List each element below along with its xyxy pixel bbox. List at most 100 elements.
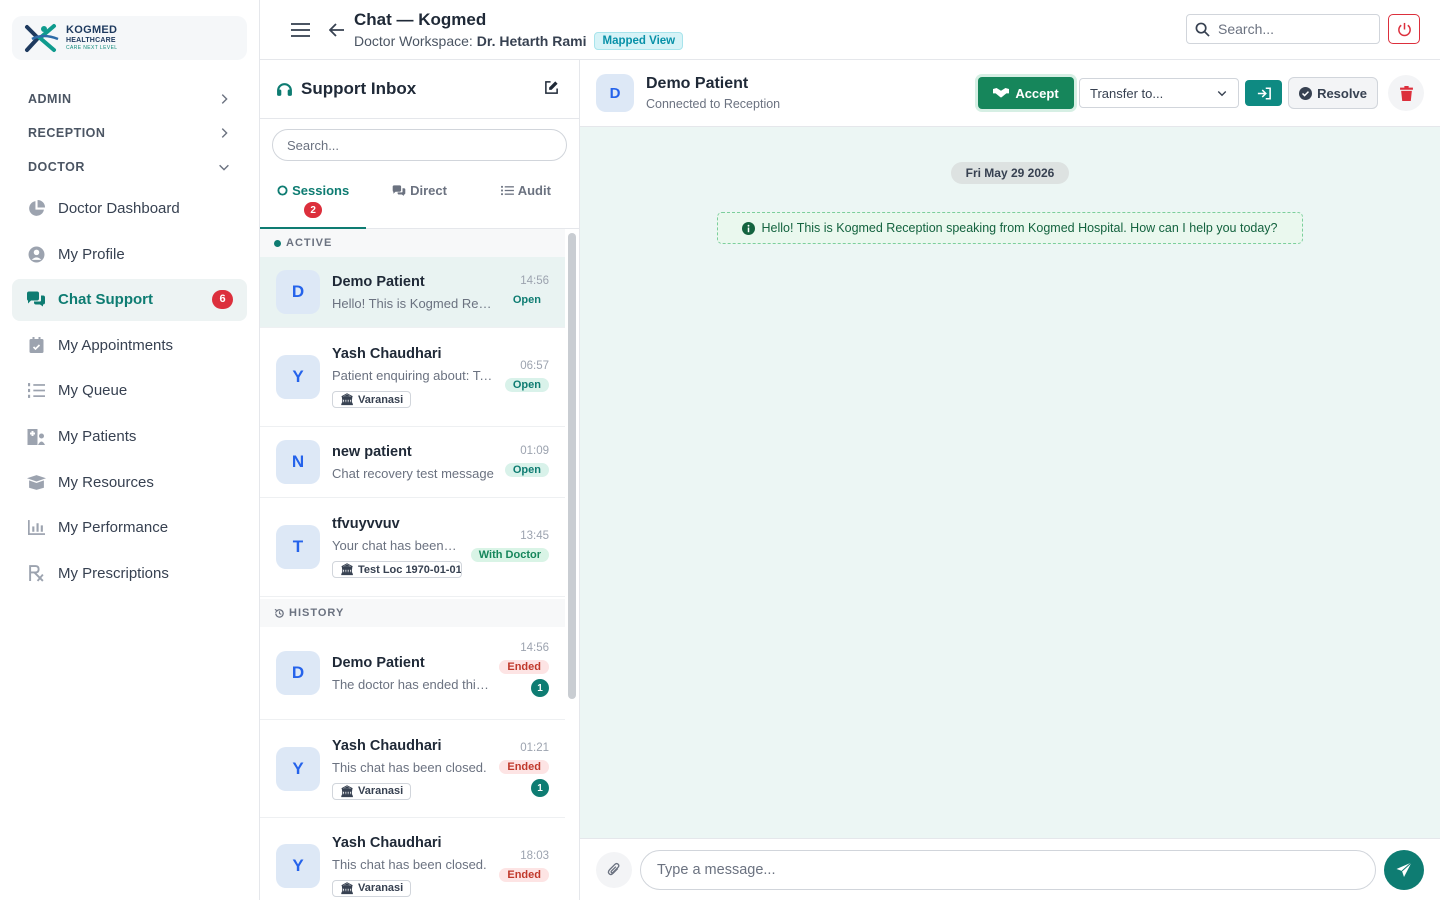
transfer-submit-button[interactable] bbox=[1245, 80, 1282, 106]
logout-button[interactable] bbox=[1388, 14, 1420, 44]
sidebar-item-my-prescriptions[interactable]: My Prescriptions bbox=[12, 552, 247, 594]
hamburger-menu-icon[interactable] bbox=[290, 19, 312, 41]
building-icon: 🏛 bbox=[340, 785, 354, 798]
power-icon bbox=[1397, 22, 1411, 36]
conversation-item[interactable]: T tfvuyvvuv Your chat has been transferr… bbox=[260, 498, 565, 597]
unread-badge: 6 bbox=[212, 289, 233, 309]
list-scrollbar[interactable] bbox=[568, 233, 576, 699]
conversation-item[interactable]: Y Yash Chaudhari This chat has been clos… bbox=[260, 818, 565, 900]
location-text: Test Loc 1970-01-01 bbox=[357, 563, 462, 576]
attach-button[interactable] bbox=[596, 851, 632, 888]
conversation-item[interactable]: D Demo Patient Hello! This is Kogmed Rec… bbox=[260, 257, 565, 328]
location-text: Varanasi bbox=[357, 882, 404, 894]
conversation-preview: This chat has been closed. bbox=[332, 856, 487, 872]
comments-icon bbox=[26, 290, 46, 310]
resolve-button[interactable]: Resolve bbox=[1288, 77, 1378, 109]
tab-label: Direct bbox=[410, 183, 447, 198]
sidebar-item-my-profile[interactable]: My Profile bbox=[12, 233, 247, 275]
info-circle-icon bbox=[742, 221, 756, 235]
chat-avatar: D bbox=[596, 74, 634, 112]
conversation-preview: Chat recovery test message bbox=[332, 465, 494, 481]
inbox-search-input[interactable]: Search... bbox=[272, 129, 567, 161]
conversation-preview: Your chat has been transferred bbox=[332, 538, 460, 553]
sidebar-item-my-queue[interactable]: My Queue bbox=[12, 370, 247, 412]
conversation-item[interactable]: N new patient Chat recovery test message… bbox=[260, 427, 565, 498]
brand-logo[interactable]: KOGMED HEALTHCARE CARE NEXT LEVEL bbox=[12, 16, 247, 60]
tab-sessions[interactable]: Sessions 2 bbox=[260, 171, 367, 229]
conversation-item[interactable]: Y Yash Chaudhari This chat has been clos… bbox=[260, 720, 565, 818]
sidebar-item-my-patients[interactable]: My Patients bbox=[12, 416, 247, 458]
location-tag: 🏛 Varanasi bbox=[332, 879, 412, 897]
avatar: D bbox=[276, 270, 320, 314]
section-doctor[interactable]: DOCTOR bbox=[12, 150, 247, 184]
history-group-label: HISTORY bbox=[260, 599, 565, 627]
hospital-user-icon bbox=[26, 427, 46, 447]
main-area: Chat — Kogmed Doctor Workspace: Dr. Heta… bbox=[260, 0, 1440, 900]
conversation-list[interactable]: ACTIVE D Demo Patient Hello! This is Kog… bbox=[260, 229, 579, 900]
message-thread[interactable]: Fri May 29 2026 Hello! This is Kogmed Re… bbox=[580, 127, 1440, 838]
sessions-count-badge: 2 bbox=[304, 202, 323, 218]
conversation-name: Yash Chaudhari bbox=[332, 834, 442, 851]
group-label-text: ACTIVE bbox=[286, 237, 333, 249]
avatar: N bbox=[276, 440, 320, 484]
section-reception[interactable]: RECEPTION bbox=[12, 116, 247, 150]
chat-header: D Demo Patient Connected to Reception Ac… bbox=[580, 60, 1440, 127]
sidebar-item-my-performance[interactable]: My Performance bbox=[12, 507, 247, 549]
calendar-check-icon bbox=[26, 335, 46, 355]
location-tag: 🏛 Varanasi bbox=[332, 782, 412, 800]
building-icon: 🏛 bbox=[340, 882, 354, 895]
avatar: D bbox=[276, 651, 320, 695]
conversation-time: 18:03 bbox=[520, 850, 549, 862]
delete-chat-button[interactable] bbox=[1388, 75, 1424, 111]
unread-count: 1 bbox=[531, 679, 549, 697]
transfer-placeholder: Transfer to... bbox=[1090, 85, 1164, 101]
status-badge: Open bbox=[512, 294, 541, 306]
conversation-time: 13:45 bbox=[520, 530, 549, 542]
transfer-select[interactable]: Transfer to... bbox=[1079, 78, 1239, 108]
conversation-item[interactable]: Y Yash Chaudhari Patient enquiring about… bbox=[260, 328, 565, 427]
tab-label: Sessions bbox=[292, 183, 350, 198]
unread-count: 1 bbox=[531, 779, 549, 797]
active-dot-icon bbox=[274, 239, 281, 247]
sidebar-item-chat-support[interactable]: Chat Support 6 bbox=[12, 278, 247, 321]
avatar: Y bbox=[276, 746, 320, 791]
compose-edit-icon[interactable] bbox=[544, 80, 559, 98]
accept-button[interactable]: Accept bbox=[978, 77, 1074, 109]
status-badge: Open bbox=[504, 378, 549, 392]
title-block: Chat — Kogmed Doctor Workspace: Dr. Heta… bbox=[354, 10, 684, 50]
conversation-preview: Hello! This is Kogmed Reception speaking… bbox=[332, 295, 494, 311]
resolve-label: Resolve bbox=[1317, 85, 1367, 101]
message-input[interactable]: Type a message... bbox=[640, 849, 1376, 890]
sidebar-item-my-appointments[interactable]: My Appointments bbox=[12, 324, 247, 366]
global-search-input[interactable]: Search... bbox=[1186, 14, 1380, 44]
send-button[interactable] bbox=[1384, 849, 1424, 890]
sidebar-item-doctor-dashboard[interactable]: Doctor Dashboard bbox=[12, 188, 247, 230]
sidebar-item-label: My Patients bbox=[58, 428, 137, 446]
chat-panel: D Demo Patient Connected to Reception Ac… bbox=[580, 60, 1440, 900]
check-circle-icon bbox=[1299, 86, 1313, 100]
building-icon: 🏛 bbox=[340, 394, 354, 406]
system-message: Hello! This is Kogmed Reception speaking… bbox=[717, 212, 1303, 244]
section-admin[interactable]: ADMIN bbox=[12, 82, 247, 116]
support-inbox: Support Inbox Search... Sessions 2 Direc… bbox=[260, 60, 580, 900]
tab-audit[interactable]: Audit bbox=[473, 171, 579, 228]
conversation-item[interactable]: D Demo Patient The doctor has ended this… bbox=[260, 627, 565, 720]
avatar: T bbox=[276, 525, 320, 569]
back-arrow-icon[interactable] bbox=[326, 19, 348, 41]
sidebar-item-label: Doctor Dashboard bbox=[58, 200, 180, 218]
search-icon bbox=[1195, 22, 1210, 37]
sidebar: KOGMED HEALTHCARE CARE NEXT LEVEL ADMIN … bbox=[0, 0, 260, 900]
headset-icon bbox=[276, 81, 293, 98]
comments-icon bbox=[392, 184, 406, 196]
inbox-tabs: Sessions 2 Direct Audit bbox=[260, 171, 579, 229]
sidebar-item-label: Chat Support bbox=[58, 291, 153, 309]
doctor-name: Dr. Hetarth Rami bbox=[476, 32, 587, 49]
tab-direct[interactable]: Direct bbox=[366, 171, 472, 228]
body-area: Support Inbox Search... Sessions 2 Direc… bbox=[260, 60, 1440, 900]
section-label: DOCTOR bbox=[28, 160, 85, 174]
sidebar-item-label: My Profile bbox=[58, 245, 125, 263]
location-tag: 🏛 Varanasi bbox=[332, 391, 412, 408]
accept-label: Accept bbox=[1015, 85, 1059, 101]
sidebar-item-my-resources[interactable]: My Resources bbox=[12, 461, 247, 503]
brand-sub: HEALTHCARE bbox=[66, 37, 116, 44]
